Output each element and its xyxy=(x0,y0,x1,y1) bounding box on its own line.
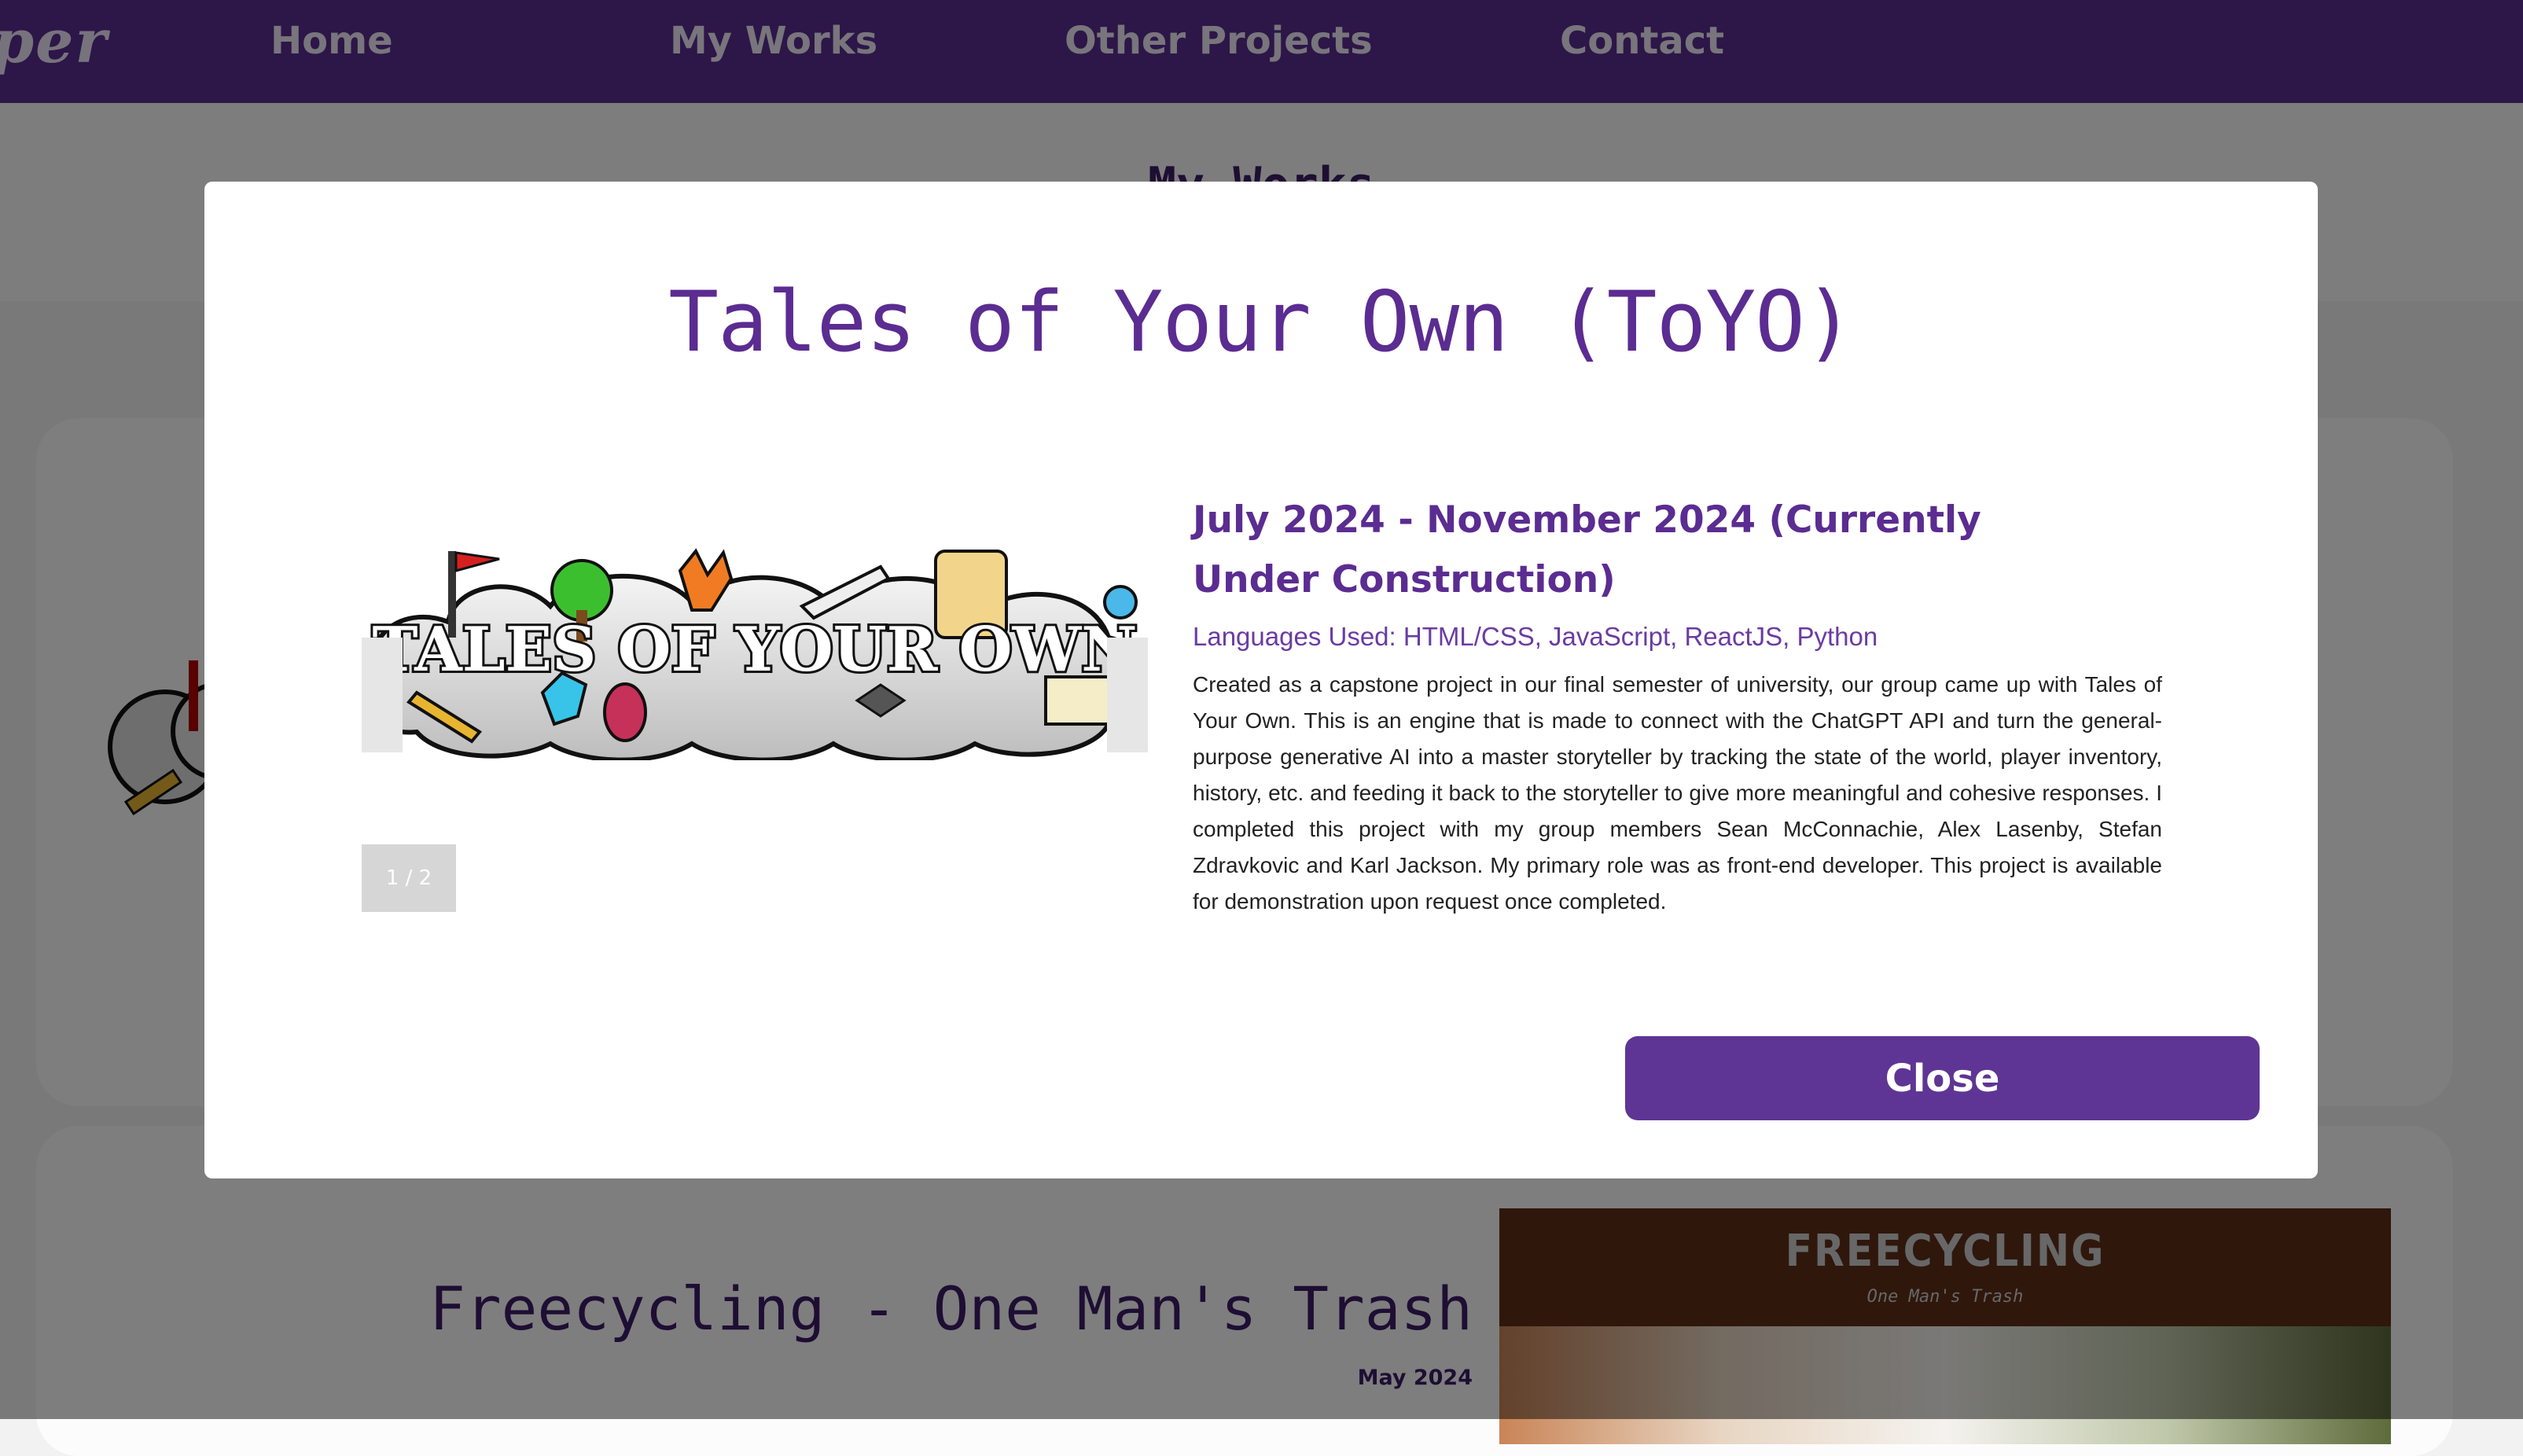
languages-used: Languages Used: HTML/CSS, JavaScript, Re… xyxy=(1193,622,1878,651)
slide-counter: 1 / 2 xyxy=(362,844,456,912)
modal-title: Tales of Your Own (ToYO) xyxy=(668,274,1855,370)
slide-next-button[interactable] xyxy=(1107,638,1148,752)
slide-prev-button[interactable] xyxy=(362,638,403,752)
toyo-logo-text: TALES OF YOUR OWN xyxy=(372,614,1137,686)
close-button[interactable]: Close xyxy=(1625,1036,2260,1120)
project-description: Created as a capstone project in our fin… xyxy=(1193,672,2162,914)
toyo-logo-image: TALES OF YOUR OWN xyxy=(369,548,1141,760)
project-date: July 2024 - November 2024 (Currently Und… xyxy=(1193,498,1981,601)
project-modal: Tales of Your Own (ToYO) TALES OF YOUR O… xyxy=(204,182,2318,1178)
